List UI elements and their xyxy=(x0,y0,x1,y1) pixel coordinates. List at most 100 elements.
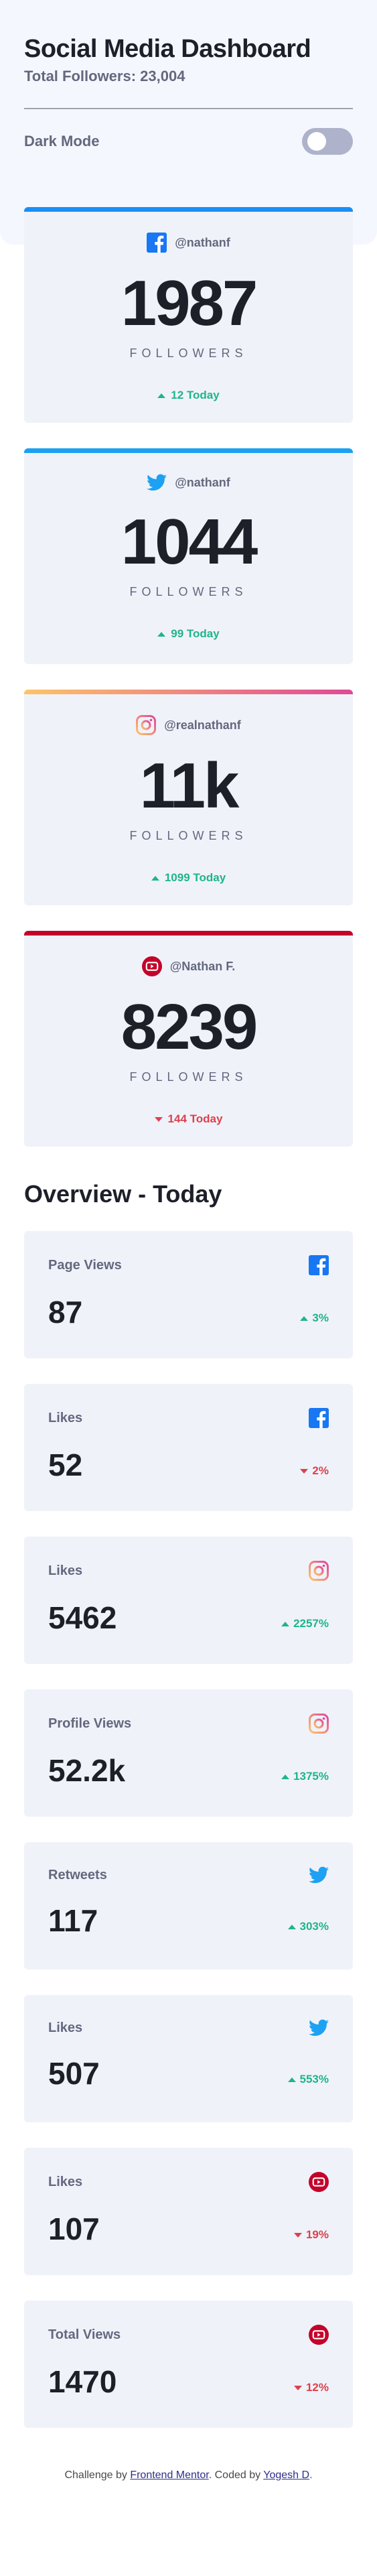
card-accent-bar xyxy=(24,448,353,453)
footer-middle: . Coded by xyxy=(208,2469,264,2481)
metric-change: 19% xyxy=(293,2228,329,2244)
metric-value: 1470 xyxy=(48,2364,117,2399)
today-change-value: 144 Today xyxy=(167,1112,223,1125)
handle: @realnathanf xyxy=(164,718,241,732)
youtube-icon xyxy=(141,956,162,976)
instagram-icon xyxy=(309,1714,329,1734)
instagram-icon xyxy=(136,715,157,735)
facebook-icon xyxy=(147,233,167,253)
followers-section: @nathanf 1987 FOLLOWERS 12 Today @nathan… xyxy=(24,207,353,1147)
handle-row: @nathanf xyxy=(24,474,353,491)
metric-label: Likes xyxy=(48,2174,83,2189)
follower-card-facebook: @nathanf 1987 FOLLOWERS 12 Today xyxy=(24,207,353,423)
youtube-icon xyxy=(309,2325,329,2345)
facebook-icon xyxy=(309,1255,329,1275)
footer-suffix: . xyxy=(309,2469,313,2481)
handle: @nathanf xyxy=(175,475,230,489)
arrow-up-icon xyxy=(157,631,166,637)
arrow-up-icon xyxy=(287,2077,296,2082)
author-link[interactable]: Yogesh D xyxy=(263,2469,309,2481)
overview-card: Retweets 117 303% xyxy=(24,1842,353,1970)
metric-value: 52 xyxy=(48,1447,83,1482)
arrow-up-icon xyxy=(151,875,159,881)
card-accent-bar xyxy=(24,207,353,212)
footer-prefix: Challenge by xyxy=(64,2469,131,2481)
metric-value: 507 xyxy=(48,2056,100,2091)
footer: Challenge by Frontend Mentor. Coded by Y… xyxy=(24,2469,353,2482)
dark-mode-toggle[interactable] xyxy=(302,128,353,155)
handle: @nathanf xyxy=(175,235,230,249)
follower-card-youtube: @Nathan F. 8239 FOLLOWERS 144 Today xyxy=(24,931,353,1147)
metric-value: 87 xyxy=(48,1295,83,1330)
metric-change: 303% xyxy=(287,1920,329,1936)
dark-mode-row: Dark Mode xyxy=(24,127,353,156)
metric-change-value: 553% xyxy=(299,2073,329,2085)
arrow-down-icon xyxy=(293,2385,302,2390)
followers-label: FOLLOWERS xyxy=(129,1070,248,1084)
metric-label: Retweets xyxy=(48,1867,107,1882)
twitter-icon xyxy=(147,474,167,491)
overview-card: Likes 107 19% xyxy=(24,2148,353,2275)
metric-label: Total Views xyxy=(48,2327,121,2342)
metric-change: 553% xyxy=(287,2073,329,2089)
follower-count: 1044 xyxy=(121,506,258,578)
overview-card: Likes 507 553% xyxy=(24,1995,353,2122)
metric-change-value: 2% xyxy=(312,1464,329,1477)
metric-change-value: 3% xyxy=(312,1311,329,1324)
today-change-value: 99 Today xyxy=(171,627,220,640)
overview-card: Page Views 87 3% xyxy=(24,1231,353,1358)
metric-change: 12% xyxy=(293,2381,329,2397)
overview-card: Total Views 1470 12% xyxy=(24,2301,353,2428)
youtube-icon xyxy=(309,2172,329,2192)
metric-change: 2257% xyxy=(281,1617,329,1633)
overview-section: Page Views 87 3% Likes 52 2% Likes 5462 … xyxy=(24,1231,353,2428)
today-change-value: 1099 Today xyxy=(164,871,226,884)
frontend-mentor-link[interactable]: Frontend Mentor xyxy=(130,2469,208,2481)
dark-mode-label: Dark Mode xyxy=(24,133,100,149)
followers-label: FOLLOWERS xyxy=(129,829,248,842)
arrow-down-icon xyxy=(154,1116,163,1122)
metric-change-value: 1375% xyxy=(293,1770,329,1783)
handle-row: @nathanf xyxy=(24,233,353,253)
arrow-up-icon xyxy=(300,1315,309,1321)
today-change-value: 12 Today xyxy=(171,389,220,401)
overview-card: Profile Views 52.2k 1375% xyxy=(24,1689,353,1817)
today-change: 1099 Today xyxy=(24,871,353,885)
metric-label: Page Views xyxy=(48,1257,122,1273)
arrow-up-icon xyxy=(287,1924,296,1929)
metric-label: Profile Views xyxy=(48,1716,132,1731)
arrow-up-icon xyxy=(281,1621,290,1626)
header: Social Media Dashboard Total Followers: … xyxy=(24,0,353,156)
page-title: Social Media Dashboard xyxy=(24,35,311,63)
card-accent-bar xyxy=(24,931,353,936)
today-change: 144 Today xyxy=(24,1112,353,1126)
metric-value: 107 xyxy=(48,2211,100,2246)
twitter-icon xyxy=(309,2019,329,2037)
toggle-knob xyxy=(307,132,326,151)
card-accent-bar xyxy=(24,690,353,694)
arrow-up-icon xyxy=(281,1774,290,1779)
metric-change: 3% xyxy=(300,1311,329,1328)
follower-count: 11k xyxy=(139,750,240,822)
metric-label: Likes xyxy=(48,2020,83,2035)
metric-change: 2% xyxy=(300,1464,329,1480)
total-followers: Total Followers: 23,004 xyxy=(24,68,185,84)
divider xyxy=(24,108,353,109)
metric-change-value: 19% xyxy=(305,2228,329,2241)
arrow-up-icon xyxy=(157,393,166,398)
metric-label: Likes xyxy=(48,1563,83,1578)
metric-value: 117 xyxy=(48,1903,98,1938)
overview-card: Likes 52 2% xyxy=(24,1384,353,1511)
metric-value: 52.2k xyxy=(48,1753,126,1788)
follower-count: 1987 xyxy=(121,267,258,339)
followers-label: FOLLOWERS xyxy=(129,346,248,360)
metric-label: Likes xyxy=(48,1410,83,1425)
arrow-down-icon xyxy=(293,2232,302,2238)
followers-label: FOLLOWERS xyxy=(129,585,248,598)
handle-row: @Nathan F. xyxy=(24,956,353,976)
instagram-icon xyxy=(309,1561,329,1581)
handle: @Nathan F. xyxy=(169,959,236,973)
metric-change-value: 303% xyxy=(299,1920,329,1933)
metric-change-value: 2257% xyxy=(293,1617,329,1630)
metric-value: 5462 xyxy=(48,1600,117,1635)
